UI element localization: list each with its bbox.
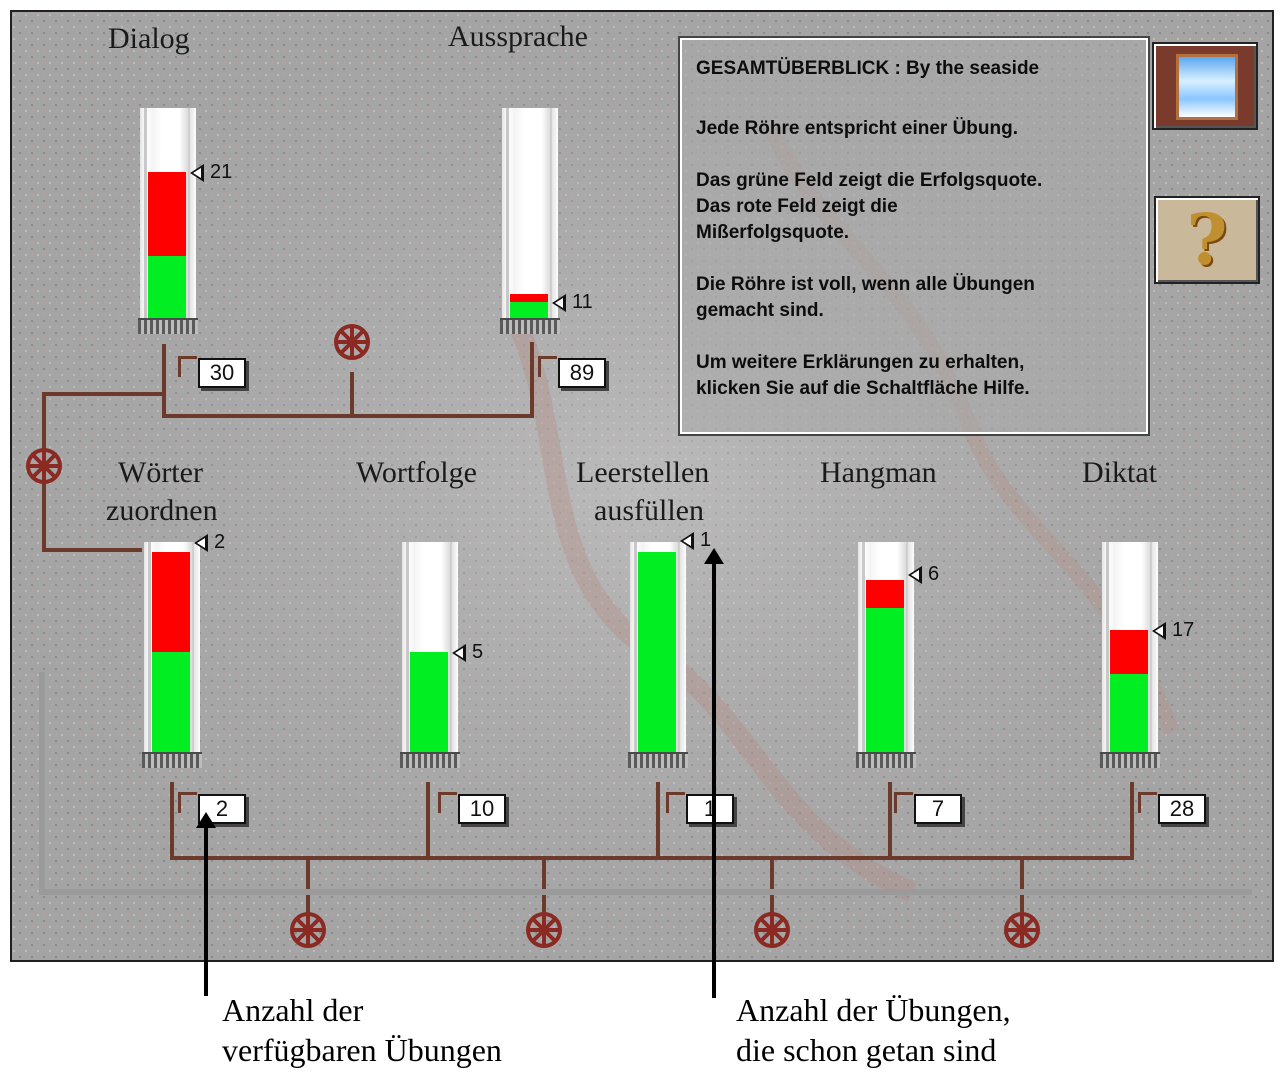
info-line-8: klicken Sie auf die Schaltfläche Hilfe. — [696, 378, 1030, 399]
done-count-wortfolge: 5 — [452, 642, 483, 662]
tube-hangman[interactable] — [856, 542, 916, 768]
label-wortfolge: Wortfolge — [356, 456, 477, 489]
tube-woerter-zuordnen[interactable] — [142, 542, 202, 768]
tube-base — [138, 318, 198, 334]
tube-base — [1100, 752, 1160, 768]
success-fill — [410, 652, 448, 752]
info-title: GESAMTÜBERBLICK : By the seaside — [696, 58, 1040, 79]
done-count-leerstellen: 1 — [680, 530, 711, 550]
label-aussprache: Aussprache — [448, 20, 588, 53]
tube-base — [142, 752, 202, 768]
info-line-1: Jede Röhre entspricht einer Übung. — [696, 118, 1018, 139]
tube-base — [400, 752, 460, 768]
failure-fill — [148, 172, 186, 256]
info-line-6: gemacht sind. — [696, 300, 824, 321]
arrow-done — [704, 548, 724, 998]
tube-aussprache[interactable] — [500, 108, 560, 334]
available-count-aussprache: 89 — [538, 356, 606, 388]
done-count-hangman: 6 — [908, 564, 939, 584]
tube-base — [856, 752, 916, 768]
annotation-done-line2: die schon getan sind — [736, 1032, 997, 1068]
label-diktat: Diktat — [1082, 456, 1157, 489]
success-fill — [510, 302, 548, 318]
window-button[interactable] — [1152, 42, 1258, 130]
annotation-available-line2: verfügbaren Übungen — [222, 1032, 502, 1068]
success-fill — [152, 652, 190, 752]
success-fill — [638, 552, 676, 752]
annotation-done-line1: Anzahl der Übungen, — [736, 992, 1011, 1028]
done-count-woerter: 2 — [194, 532, 225, 552]
info-line-3: Das rote Feld zeigt die — [696, 196, 898, 217]
failure-fill — [510, 294, 548, 302]
tube-leerstellen-ausfuellen[interactable] — [628, 542, 688, 768]
info-line-4: Mißerfolgsquote. — [696, 222, 850, 243]
label-dialog: Dialog — [108, 22, 190, 55]
annotation-available-line1: Anzahl der — [222, 992, 364, 1028]
done-count-diktat: 17 — [1152, 620, 1194, 640]
success-fill — [866, 608, 904, 752]
tube-wortfolge[interactable] — [400, 542, 460, 768]
success-fill — [148, 256, 186, 318]
failure-fill — [866, 580, 904, 608]
done-count-dialog: 21 — [190, 162, 232, 182]
available-count-leerstellen: 1 — [666, 792, 734, 824]
question-mark-icon: ? — [1186, 198, 1228, 281]
info-line-2: Das grüne Feld zeigt die Erfolgsquote. — [696, 170, 1043, 191]
tube-base — [500, 318, 560, 334]
label-ausfuellen: ausfüllen — [594, 494, 704, 527]
label-zuordnen: zuordnen — [106, 494, 218, 527]
done-count-aussprache: 11 — [552, 292, 593, 312]
tube-diktat[interactable] — [1100, 542, 1160, 768]
available-count-dialog: 30 — [178, 356, 246, 388]
available-count-hangman: 7 — [894, 792, 962, 824]
available-count-wortfolge: 10 — [438, 792, 506, 824]
window-sky-icon — [1176, 54, 1238, 120]
arrow-available — [196, 812, 216, 996]
tube-glass — [502, 108, 558, 318]
label-hangman: Hangman — [820, 456, 937, 489]
info-line-7: Um weitere Erklärungen zu erhalten, — [696, 352, 1025, 373]
info-panel: GESAMTÜBERBLICK : By the seaside Jede Rö… — [678, 36, 1150, 436]
failure-fill — [152, 552, 190, 652]
tube-dialog[interactable] — [138, 108, 198, 334]
failure-fill — [1110, 630, 1148, 674]
available-count-diktat: 28 — [1138, 792, 1206, 824]
tube-base — [628, 752, 688, 768]
help-button[interactable]: ? — [1154, 196, 1260, 284]
label-leerstellen: Leerstellen — [576, 456, 710, 489]
success-fill — [1110, 674, 1148, 752]
info-line-5: Die Röhre ist voll, wenn alle Übungen — [696, 274, 1035, 295]
label-woerter: Wörter — [118, 456, 203, 489]
